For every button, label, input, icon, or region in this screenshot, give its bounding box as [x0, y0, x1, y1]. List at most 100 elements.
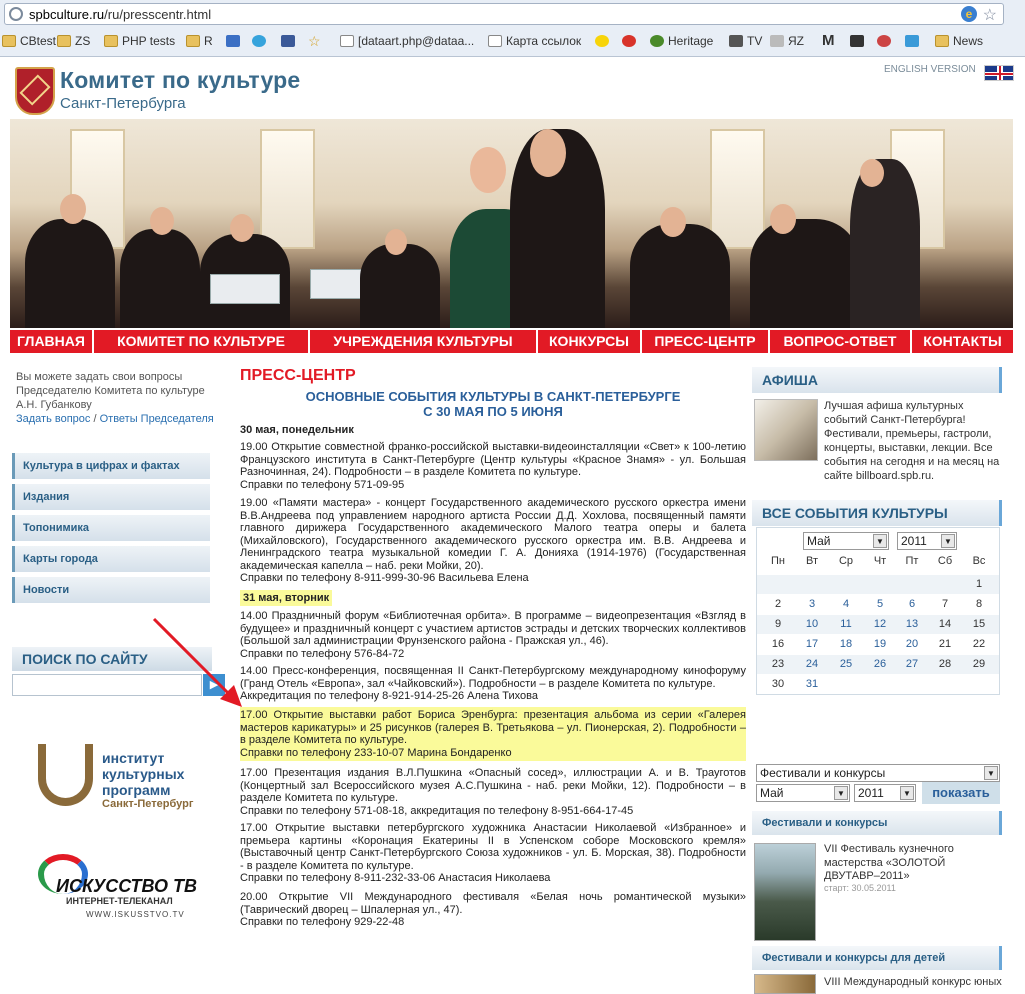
calendar-day[interactable]: 7 [930, 595, 960, 613]
uk-flag-icon[interactable] [984, 65, 1014, 81]
calendar-day[interactable]: 20 [897, 635, 927, 653]
institute-cultural-programs-logo[interactable]: институт культурных программ Санкт-Петербу… [38, 740, 208, 820]
calendar-day[interactable]: 3 [797, 595, 827, 613]
calendar-day[interactable]: 10 [797, 615, 827, 633]
calendar-day[interactable]: 2 [763, 595, 793, 613]
calendar-day[interactable]: 9 [763, 615, 793, 633]
calendar-day[interactable]: 23 [763, 655, 793, 673]
nav-qa[interactable]: ВОПРОС-ОТВЕТ [770, 330, 912, 353]
kids-festivals-heading[interactable]: Фестивали и конкурсы для детей [752, 946, 1002, 970]
event-category-select[interactable]: Фестивали и конкурсы ▼ [756, 764, 1000, 782]
calendar-day[interactable]: 11 [831, 615, 861, 633]
calendar-day[interactable]: 18 [831, 635, 861, 653]
calendar-day[interactable]: 27 [897, 655, 927, 673]
filter-month-select[interactable]: Май ▼ [756, 784, 850, 802]
calendar-day[interactable]: 4 [831, 595, 861, 613]
calendar-day[interactable]: 30 [763, 675, 793, 693]
calendar-day[interactable]: 29 [964, 655, 994, 673]
festival-item-link[interactable]: VII Фестиваль кузнечного мастерства «ЗОЛ… [824, 843, 1000, 884]
ie-compat-icon[interactable]: e [961, 6, 977, 22]
bookmark-yz[interactable]: ЯZ [770, 30, 804, 52]
bookmark-tv[interactable]: TV [729, 30, 762, 52]
bookmark-heritage[interactable]: Heritage [650, 30, 713, 52]
bookmark-karta[interactable]: Карта ссылок [488, 30, 581, 52]
bookmark-twitter[interactable] [252, 30, 270, 52]
calendar-day[interactable]: 12 [865, 615, 895, 633]
bookmark-ff[interactable] [226, 30, 244, 52]
star-icon: ☆ [308, 33, 321, 49]
show-button[interactable]: показать [922, 782, 1000, 804]
calendar-day[interactable]: 31 [797, 675, 827, 693]
address-bar[interactable]: spbculture.ru/ru/presscentr.html e ☆ [4, 3, 1004, 25]
sidebar-item-news[interactable]: Новости [12, 577, 210, 603]
calendar-day[interactable]: 26 [865, 655, 895, 673]
calendar-day [797, 575, 827, 593]
calendar-day[interactable]: 14 [930, 615, 960, 633]
sidebar-item-city-maps[interactable]: Карты города [12, 546, 210, 572]
calendar-day[interactable]: 19 [865, 635, 895, 653]
calendar-day[interactable]: 28 [930, 655, 960, 673]
bookmark-car[interactable] [850, 30, 868, 52]
bookmark-pacman[interactable] [595, 30, 613, 52]
calendar-day[interactable]: 6 [897, 595, 927, 613]
chevron-down-icon: ▼ [834, 786, 848, 800]
bookmark-cbtest[interactable]: CBtest [2, 30, 56, 52]
kids-festival-photo[interactable] [754, 974, 816, 994]
calendar-day[interactable]: 24 [797, 655, 827, 673]
bookmark-star[interactable]: ☆ [308, 30, 321, 52]
bookmark-tomato[interactable] [622, 30, 640, 52]
spb-coat-of-arms-logo[interactable] [15, 67, 55, 115]
events-heading: ОСНОВНЫЕ СОБЫТИЯ КУЛЬТУРЫ В САНКТ-ПЕТЕРБ… [305, 389, 681, 419]
bookmark-r[interactable]: R [186, 30, 213, 52]
nav-press-center[interactable]: ПРЕСС-ЦЕНТР [642, 330, 770, 353]
calendar-day[interactable]: 17 [797, 635, 827, 653]
bookmark-m[interactable]: M [822, 30, 835, 52]
yz-icon [770, 35, 784, 47]
calendar-day[interactable]: 22 [964, 635, 994, 653]
bookmark-star-icon[interactable]: ☆ [983, 5, 997, 25]
nav-contests[interactable]: КОНКУРСЫ [538, 330, 642, 353]
chairman-answers-link[interactable]: Ответы Председателя [100, 413, 214, 425]
chevron-down-icon: ▼ [984, 766, 998, 780]
calendar-day[interactable]: 21 [930, 635, 960, 653]
iskusstvo-tv-logo[interactable]: ИСКУССТВО ТВ ИНТЕРНЕТ-ТЕЛЕКАНАЛ WWW.ISKU… [38, 852, 208, 919]
sidebar-item-publications[interactable]: Издания [12, 484, 210, 510]
calendar-day[interactable]: 1 [964, 575, 994, 593]
calendar-day[interactable]: 25 [831, 655, 861, 673]
calendar-day [865, 575, 895, 593]
calendar-year-select[interactable]: 2011 ▼ [897, 532, 957, 550]
nav-home[interactable]: ГЛАВНАЯ [10, 330, 94, 353]
nav-institutions[interactable]: УЧРЕЖДЕНИЯ КУЛЬТУРЫ [310, 330, 538, 353]
calendar-day[interactable]: 15 [964, 615, 994, 633]
kids-festival-item-link[interactable]: VIII Международный конкурс юных [824, 976, 1002, 988]
bookmark-php-tests[interactable]: PHP tests [104, 30, 175, 52]
site-title[interactable]: Комитет по культуре [60, 67, 300, 94]
calendar-month-select[interactable]: Май ▼ [803, 532, 889, 550]
afisha-heading[interactable]: АФИША [752, 367, 1002, 393]
calendar-day[interactable]: 16 [763, 635, 793, 653]
nav-committee[interactable]: КОМИТЕТ ПО КУЛЬТУРЕ [94, 330, 310, 353]
nav-contacts[interactable]: КОНТАКТЫ [912, 330, 1013, 353]
bookmark-wheel[interactable] [877, 30, 895, 52]
day-heading: 30 мая, понедельник [240, 424, 354, 436]
calendar-day[interactable]: 5 [865, 595, 895, 613]
sidebar-item-culture-facts[interactable]: Культура в цифрах и фактах [12, 453, 210, 479]
event-item-highlighted: 17.00 Открытие выставки работ Бориса Эре… [240, 707, 746, 761]
festival-start-date: старт: 30.05.2011 [824, 883, 896, 893]
ask-text-2: Председателю Комитета по культуре [16, 385, 205, 397]
all-events-heading[interactable]: ВСЕ СОБЫТИЯ КУЛЬТУРЫ [752, 500, 1002, 526]
festival-photo[interactable] [754, 843, 816, 941]
bookmark-zs[interactable]: ZS [57, 30, 90, 52]
calendar-day [865, 675, 895, 693]
bookmark-facebook[interactable] [281, 30, 299, 52]
bookmark-news[interactable]: News [935, 30, 983, 52]
sidebar-item-toponymy[interactable]: Топонимика [12, 515, 210, 541]
calendar-day[interactable]: 8 [964, 595, 994, 613]
filter-year-select[interactable]: 2011 ▼ [854, 784, 916, 802]
calendar-day[interactable]: 13 [897, 615, 927, 633]
bookmark-dataart[interactable]: [dataart.php@dataa... [340, 30, 474, 52]
festivals-heading[interactable]: Фестивали и конкурсы [752, 811, 1002, 835]
bookmark-wave[interactable] [905, 30, 923, 52]
english-version-link[interactable]: ENGLISH VERSION [884, 64, 976, 75]
ask-question-link[interactable]: Задать вопрос [16, 413, 90, 425]
